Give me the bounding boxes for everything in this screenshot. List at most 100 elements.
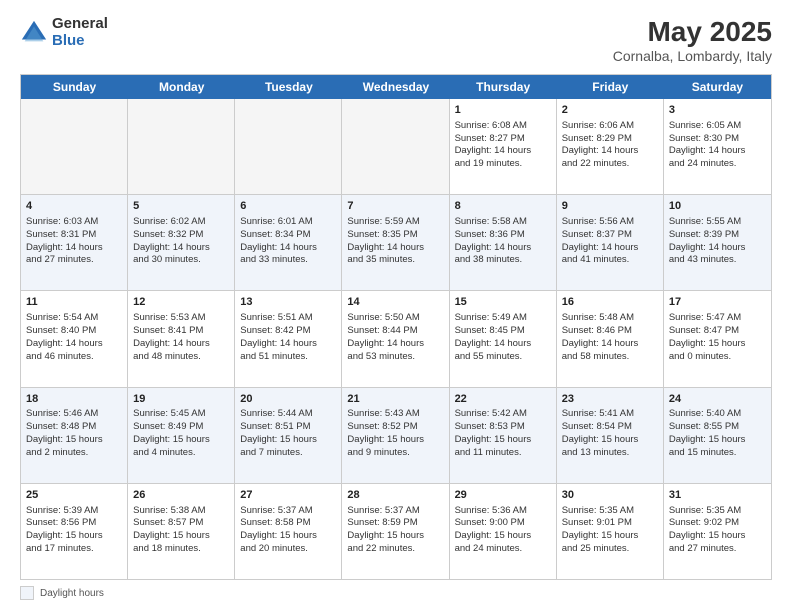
cal-cell: 12Sunrise: 5:53 AMSunset: 8:41 PMDayligh…: [128, 291, 235, 386]
cal-cell: [342, 99, 449, 194]
day-number: 28: [347, 488, 443, 503]
cal-week-3: 11Sunrise: 5:54 AMSunset: 8:40 PMDayligh…: [21, 291, 771, 387]
day-info: Sunrise: 5:42 AM: [455, 408, 551, 421]
day-number: 31: [669, 488, 766, 503]
day-info: Sunset: 8:36 PM: [455, 229, 551, 242]
day-info: Daylight: 15 hours: [455, 434, 551, 447]
day-info: Sunrise: 5:51 AM: [240, 312, 336, 325]
day-info: Sunset: 8:30 PM: [669, 133, 766, 146]
day-number: 18: [26, 392, 122, 407]
day-info: Daylight: 14 hours: [26, 338, 122, 351]
legend: Daylight hours: [20, 586, 772, 600]
day-number: 16: [562, 295, 658, 310]
day-info: Daylight: 14 hours: [455, 145, 551, 158]
day-info: and 35 minutes.: [347, 254, 443, 267]
day-info: and 15 minutes.: [669, 447, 766, 460]
day-info: Daylight: 15 hours: [669, 338, 766, 351]
day-number: 2: [562, 103, 658, 118]
day-info: Sunrise: 6:06 AM: [562, 120, 658, 133]
cal-cell: [128, 99, 235, 194]
cal-cell: 5Sunrise: 6:02 AMSunset: 8:32 PMDaylight…: [128, 195, 235, 290]
day-info: Daylight: 14 hours: [455, 338, 551, 351]
day-info: Sunset: 8:46 PM: [562, 325, 658, 338]
day-info: and 25 minutes.: [562, 543, 658, 556]
day-info: Sunset: 8:54 PM: [562, 421, 658, 434]
cal-header-day-tuesday: Tuesday: [235, 75, 342, 99]
cal-cell: 21Sunrise: 5:43 AMSunset: 8:52 PMDayligh…: [342, 388, 449, 483]
day-info: Sunset: 8:32 PM: [133, 229, 229, 242]
day-info: Sunset: 8:27 PM: [455, 133, 551, 146]
cal-cell: 28Sunrise: 5:37 AMSunset: 8:59 PMDayligh…: [342, 484, 449, 579]
cal-cell: 23Sunrise: 5:41 AMSunset: 8:54 PMDayligh…: [557, 388, 664, 483]
day-info: and 51 minutes.: [240, 351, 336, 364]
day-info: Daylight: 14 hours: [240, 338, 336, 351]
day-number: 6: [240, 199, 336, 214]
title-block: May 2025 Cornalba, Lombardy, Italy: [613, 16, 772, 64]
day-info: and 48 minutes.: [133, 351, 229, 364]
header: General Blue May 2025 Cornalba, Lombardy…: [20, 16, 772, 64]
cal-cell: 4Sunrise: 6:03 AMSunset: 8:31 PMDaylight…: [21, 195, 128, 290]
day-info: Sunrise: 5:39 AM: [26, 505, 122, 518]
day-info: Daylight: 14 hours: [669, 145, 766, 158]
day-number: 15: [455, 295, 551, 310]
logo-blue: Blue: [52, 33, 108, 50]
cal-week-2: 4Sunrise: 6:03 AMSunset: 8:31 PMDaylight…: [21, 195, 771, 291]
day-info: Sunrise: 6:01 AM: [240, 216, 336, 229]
day-info: Sunrise: 5:35 AM: [669, 505, 766, 518]
cal-cell: 16Sunrise: 5:48 AMSunset: 8:46 PMDayligh…: [557, 291, 664, 386]
day-info: Sunrise: 5:44 AM: [240, 408, 336, 421]
day-info: Sunset: 8:48 PM: [26, 421, 122, 434]
day-info: Sunrise: 5:47 AM: [669, 312, 766, 325]
cal-cell: [21, 99, 128, 194]
day-info: and 22 minutes.: [347, 543, 443, 556]
day-number: 24: [669, 392, 766, 407]
day-info: and 24 minutes.: [669, 158, 766, 171]
cal-cell: 8Sunrise: 5:58 AMSunset: 8:36 PMDaylight…: [450, 195, 557, 290]
day-info: Sunrise: 5:43 AM: [347, 408, 443, 421]
day-info: Daylight: 15 hours: [240, 434, 336, 447]
cal-cell: 29Sunrise: 5:36 AMSunset: 9:00 PMDayligh…: [450, 484, 557, 579]
day-info: Daylight: 15 hours: [562, 434, 658, 447]
day-info: and 38 minutes.: [455, 254, 551, 267]
cal-cell: 30Sunrise: 5:35 AMSunset: 9:01 PMDayligh…: [557, 484, 664, 579]
day-info: Sunrise: 5:45 AM: [133, 408, 229, 421]
day-info: and 53 minutes.: [347, 351, 443, 364]
day-info: Sunset: 8:44 PM: [347, 325, 443, 338]
cal-cell: 7Sunrise: 5:59 AMSunset: 8:35 PMDaylight…: [342, 195, 449, 290]
cal-cell: 6Sunrise: 6:01 AMSunset: 8:34 PMDaylight…: [235, 195, 342, 290]
day-info: Sunset: 8:59 PM: [347, 517, 443, 530]
cal-cell: 19Sunrise: 5:45 AMSunset: 8:49 PMDayligh…: [128, 388, 235, 483]
day-info: and 0 minutes.: [669, 351, 766, 364]
day-number: 8: [455, 199, 551, 214]
logo-general: General: [52, 16, 108, 33]
day-info: Daylight: 15 hours: [347, 530, 443, 543]
day-number: 14: [347, 295, 443, 310]
page: General Blue May 2025 Cornalba, Lombardy…: [0, 0, 792, 612]
day-info: Daylight: 15 hours: [562, 530, 658, 543]
day-info: Sunset: 8:39 PM: [669, 229, 766, 242]
calendar: SundayMondayTuesdayWednesdayThursdayFrid…: [20, 74, 772, 580]
cal-cell: 14Sunrise: 5:50 AMSunset: 8:44 PMDayligh…: [342, 291, 449, 386]
cal-header-day-wednesday: Wednesday: [342, 75, 449, 99]
day-info: Daylight: 15 hours: [26, 434, 122, 447]
main-title: May 2025: [613, 16, 772, 48]
day-number: 27: [240, 488, 336, 503]
day-info: and 30 minutes.: [133, 254, 229, 267]
day-info: Sunset: 8:42 PM: [240, 325, 336, 338]
day-info: Sunrise: 5:40 AM: [669, 408, 766, 421]
day-info: and 41 minutes.: [562, 254, 658, 267]
day-info: Daylight: 14 hours: [347, 338, 443, 351]
cal-cell: 17Sunrise: 5:47 AMSunset: 8:47 PMDayligh…: [664, 291, 771, 386]
day-info: Sunset: 8:52 PM: [347, 421, 443, 434]
day-info: Sunset: 8:51 PM: [240, 421, 336, 434]
day-info: and 4 minutes.: [133, 447, 229, 460]
day-info: Sunset: 8:34 PM: [240, 229, 336, 242]
day-number: 1: [455, 103, 551, 118]
day-info: Sunset: 8:35 PM: [347, 229, 443, 242]
day-number: 30: [562, 488, 658, 503]
cal-cell: 11Sunrise: 5:54 AMSunset: 8:40 PMDayligh…: [21, 291, 128, 386]
day-info: and 7 minutes.: [240, 447, 336, 460]
day-info: and 24 minutes.: [455, 543, 551, 556]
day-info: and 20 minutes.: [240, 543, 336, 556]
day-info: and 18 minutes.: [133, 543, 229, 556]
